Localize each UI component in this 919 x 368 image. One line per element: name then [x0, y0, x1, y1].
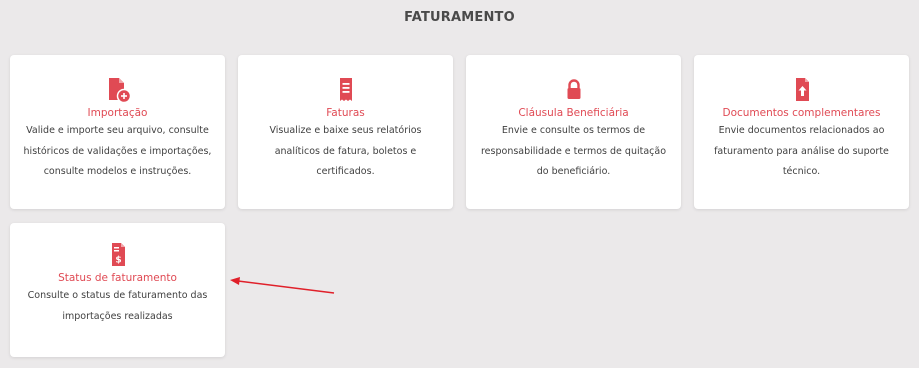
- file-plus-icon: [10, 76, 225, 104]
- svg-text:$: $: [115, 256, 121, 266]
- card-documentos-complementares[interactable]: Documentos complementares Envie document…: [694, 55, 909, 209]
- file-upload-icon: [694, 76, 909, 104]
- annotation-arrow-icon: [230, 277, 335, 294]
- card-status-faturamento[interactable]: $ Status de faturamento Consulte o statu…: [10, 223, 225, 357]
- invoice-dollar-icon: $: [10, 241, 225, 269]
- card-description: Visualize e baixe seus relatórios analít…: [269, 125, 422, 177]
- card-clausula-beneficiaria[interactable]: Cláusula Beneficiária Envie e consulte o…: [466, 55, 681, 209]
- card-title: Status de faturamento: [58, 272, 177, 284]
- card-faturas[interactable]: Faturas Visualize e baixe seus relatório…: [238, 55, 453, 209]
- card-title: Faturas: [326, 107, 365, 119]
- card-description: Valide e importe seu arquivo, consulte h…: [23, 125, 212, 177]
- page-title: FATURAMENTO: [404, 10, 515, 25]
- card-importacao[interactable]: Importação Valide e importe seu arquivo,…: [10, 55, 225, 209]
- card-description: Envie e consulte os termos de responsabi…: [480, 125, 667, 177]
- card-title: Cláusula Beneficiária: [518, 107, 629, 119]
- lock-icon: [466, 76, 681, 104]
- card-title: Documentos complementares: [722, 107, 881, 119]
- card-description: Consulte o status de faturamento das imp…: [27, 290, 208, 322]
- card-description: Envie documentos relacionados ao faturam…: [714, 125, 889, 177]
- card-title: Importação: [87, 107, 148, 119]
- receipt-icon: [238, 76, 453, 104]
